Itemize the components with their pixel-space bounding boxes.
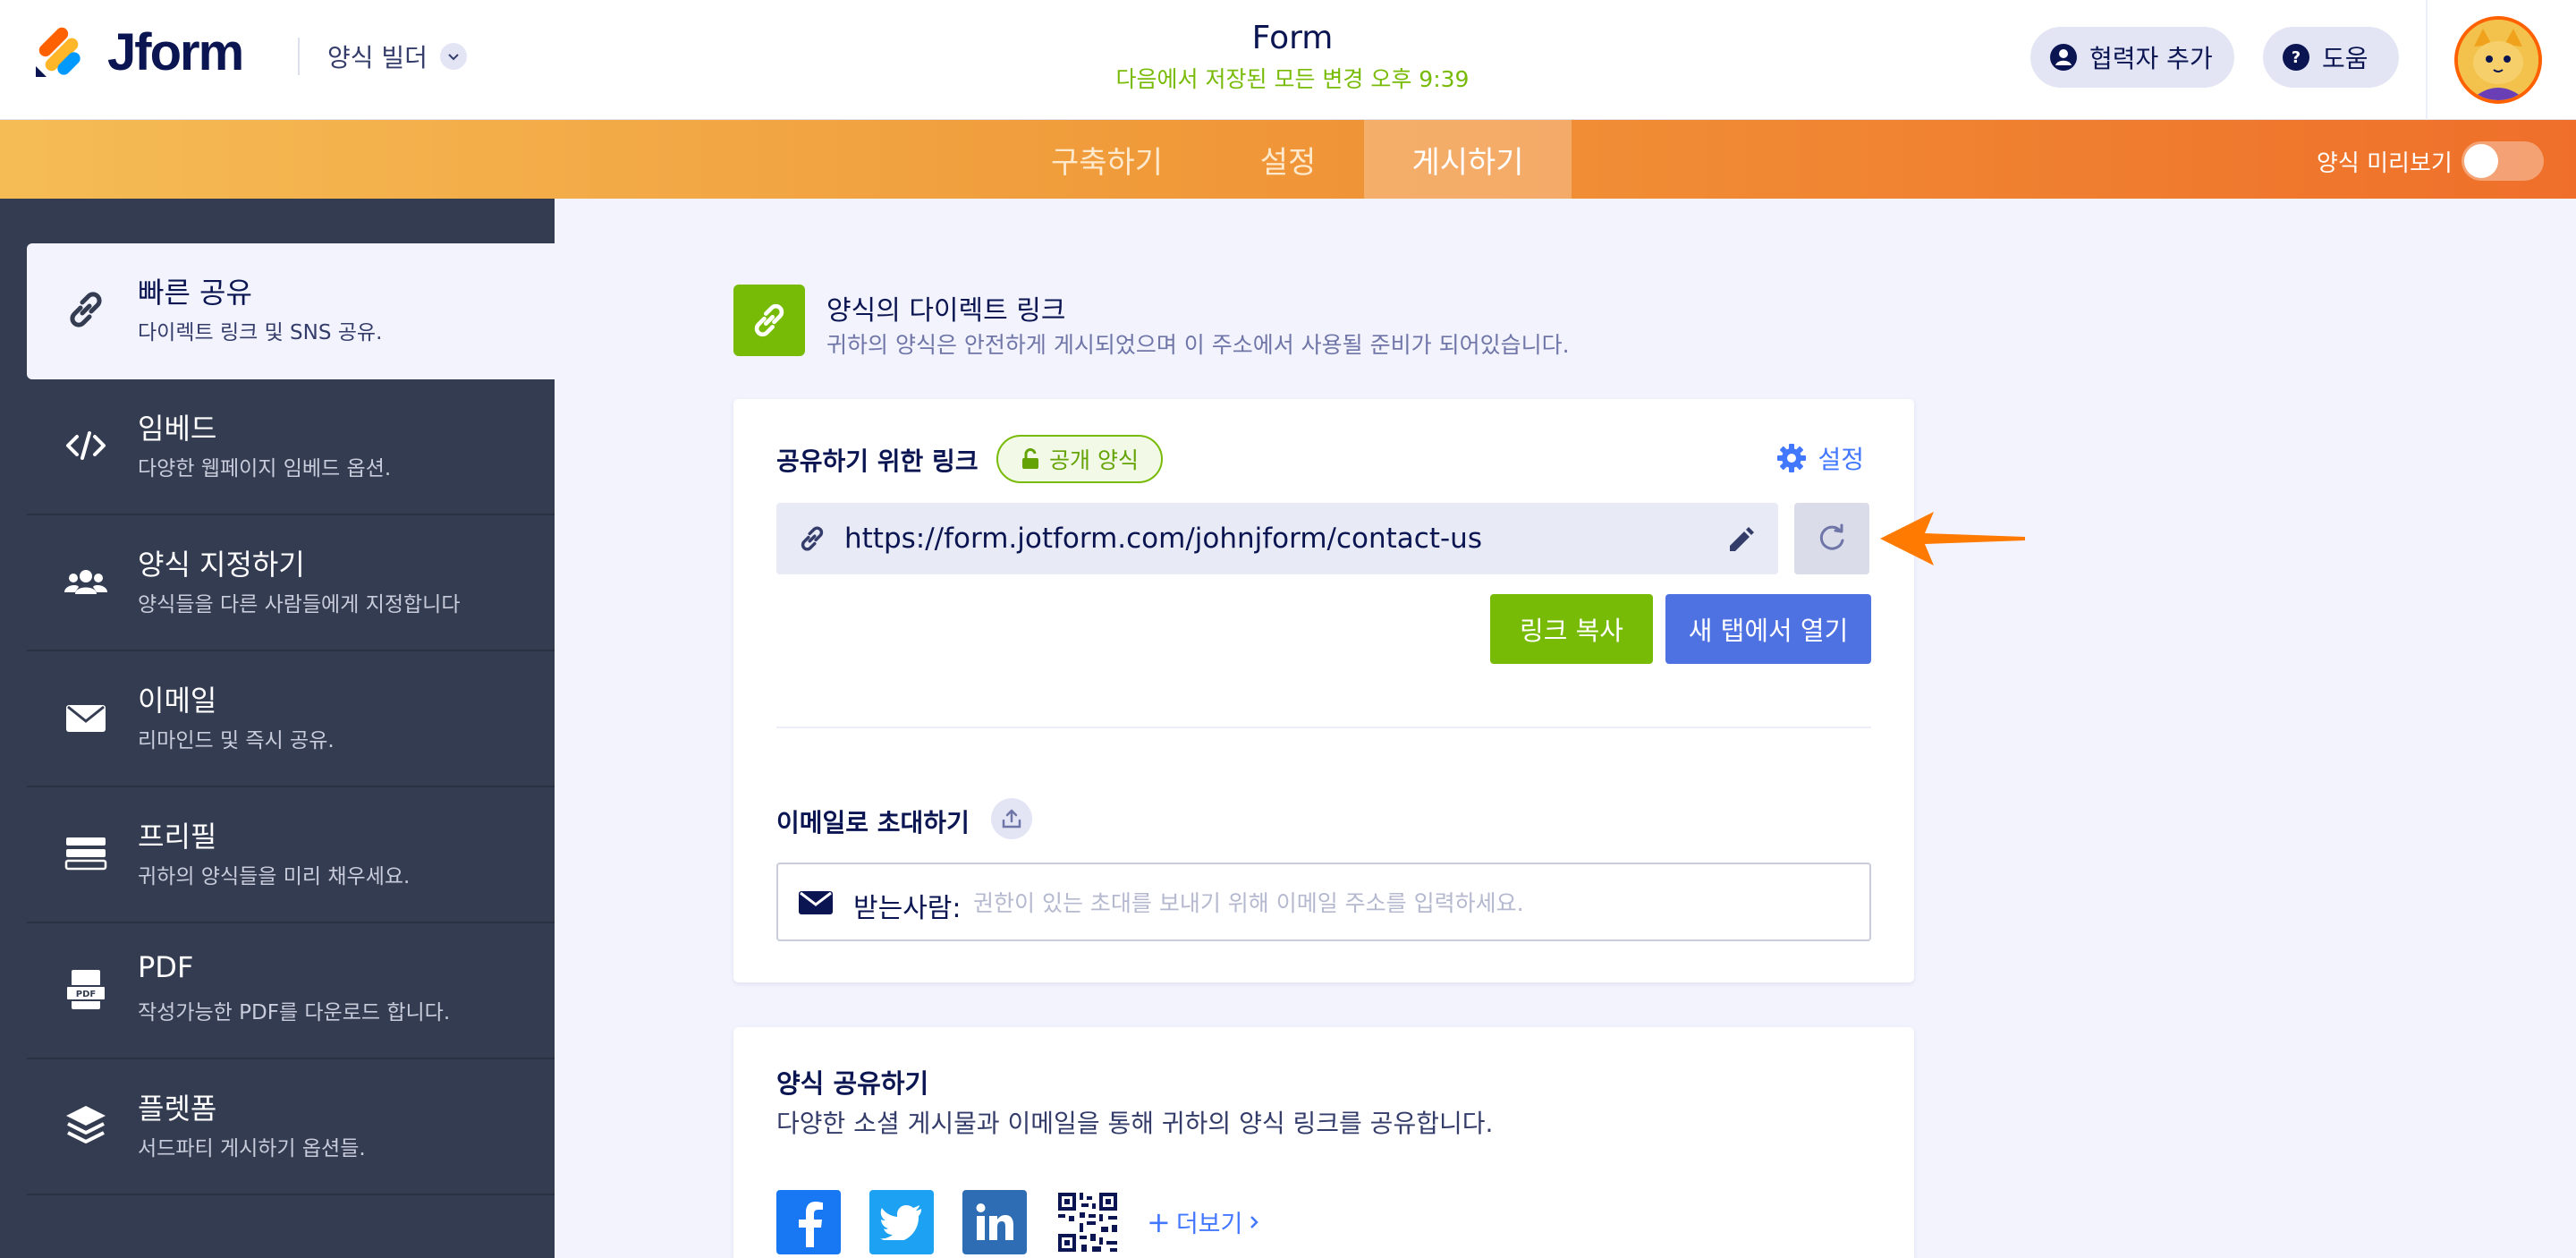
invite-by-email-label: 이메일로 초대하기	[776, 808, 970, 837]
unlock-icon	[1022, 448, 1039, 469]
chevron-right-icon	[1250, 1215, 1259, 1228]
sidebar-item-desc: 리마인드 및 즉시 공유.	[138, 729, 335, 752]
sidebar-item-title: 빠른 공유	[138, 276, 252, 310]
email-input[interactable]	[973, 882, 1850, 923]
public-form-badge-label: 공개 양식	[1049, 447, 1139, 473]
section-subtitle: 귀하의 양식은 안전하게 게시되었으며 이 주소에서 사용될 준비가 되어있습니…	[826, 332, 1570, 358]
sidebar-item-desc: 귀하의 양식들을 미리 채우세요.	[138, 865, 411, 888]
sidebar-item-title: 양식 지정하기	[138, 548, 305, 582]
builder-menu-dropdown[interactable]: 양식 빌더	[327, 36, 467, 77]
svg-text:PDF: PDF	[76, 990, 96, 999]
direct-link-card: 공유하기 위한 링크 공개 양식 설정 https://form.jotform…	[733, 399, 1914, 982]
sidebar-item-desc: 작성가능한 PDF를 다운로드 합니다.	[138, 1001, 451, 1024]
facebook-icon[interactable]	[776, 1190, 841, 1254]
share-form-subtitle: 다양한 소셜 게시물과 이메일을 통해 귀하의 양식 링크를 공유합니다.	[776, 1109, 1494, 1138]
section-title: 양식의 다이렉트 링크	[826, 295, 1066, 327]
top-header: Jform 양식 빌더 Form 다음에서 저장된 모든 변경 오후 9:39 …	[0, 0, 2576, 120]
code-icon	[61, 421, 111, 471]
add-collaborator-label: 협력자 추가	[2089, 44, 2213, 73]
sidebar-item-title: PDF	[138, 950, 194, 984]
qr-code-icon[interactable]	[1055, 1190, 1120, 1254]
plus-icon: +	[1147, 1204, 1171, 1239]
sidebar-item-prefill[interactable]: 프리필 귀하의 양식들을 미리 채우세요.	[27, 787, 555, 923]
form-preview-label: 양식 미리보기	[2317, 150, 2453, 177]
link-settings-button[interactable]: 설정	[1776, 440, 1864, 476]
upload-icon[interactable]	[991, 798, 1032, 839]
question-icon: ?	[2283, 44, 2309, 71]
sidebar-item-quick-share[interactable]: 빠른 공유 다이렉트 링크 및 SNS 공유.	[27, 243, 555, 379]
direct-link-section-header: 양식의 다이렉트 링크 귀하의 양식은 안전하게 게시되었으며 이 주소에서 사…	[733, 285, 1807, 358]
sidebar-item-title: 이메일	[138, 684, 217, 718]
prefill-icon	[61, 829, 111, 879]
form-preview-toggle[interactable]	[2462, 141, 2544, 181]
logo-text: Jform	[107, 22, 244, 81]
more-share-label: 더보기	[1175, 1211, 1243, 1238]
envelope-icon	[799, 891, 833, 914]
envelope-icon	[61, 693, 111, 743]
invite-email-field[interactable]: 받는사람:	[776, 863, 1871, 941]
add-collaborator-button[interactable]: 협력자 추가	[2030, 27, 2234, 88]
sidebar-item-desc: 서드파티 게시하기 옵션들.	[138, 1137, 366, 1160]
sidebar-item-assign[interactable]: 양식 지정하기 양식들을 다른 사람들에게 지정합니다	[27, 515, 555, 651]
logo-mark-icon	[32, 23, 89, 81]
builder-menu-label: 양식 빌더	[327, 43, 428, 72]
jform-logo[interactable]: Jform	[32, 23, 283, 81]
sidebar-item-title: 프리필	[138, 820, 217, 854]
link-settings-label: 설정	[1818, 445, 1864, 474]
twitter-icon[interactable]	[869, 1190, 934, 1254]
card-divider	[776, 727, 1871, 728]
sidebar-item-desc: 다이렉트 링크 및 SNS 공유.	[138, 321, 383, 344]
form-url-field[interactable]: https://form.jotform.com/johnjform/conta…	[776, 503, 1778, 574]
sidebar-item-desc: 다양한 웹페이지 임베드 옵션.	[138, 457, 392, 480]
sidebar-item-embed[interactable]: 임베드 다양한 웹페이지 임베드 옵션.	[27, 379, 555, 515]
share-form-card: 양식 공유하기 다양한 소셜 게시물과 이메일을 통해 귀하의 양식 링크를 공…	[733, 1027, 1914, 1258]
form-title-area: Form 다음에서 저장된 모든 변경 오후 9:39	[975, 20, 1610, 94]
users-icon	[61, 557, 111, 607]
pencil-icon[interactable]	[1724, 523, 1757, 555]
link-icon	[61, 285, 111, 335]
link-icon	[733, 285, 805, 356]
share-form-title: 양식 공유하기	[776, 1068, 929, 1099]
sidebar-item-desc: 양식들을 다른 사람들에게 지정합니다	[138, 593, 461, 616]
form-url-text[interactable]: https://form.jotform.com/johnjform/conta…	[844, 523, 1482, 555]
sidebar-item-platforms[interactable]: 플렛폼 서드파티 게시하기 옵션들.	[27, 1059, 555, 1195]
copy-link-button[interactable]: 링크 복사	[1490, 594, 1653, 664]
chevron-down-icon	[439, 43, 467, 70]
sidebar-item-email[interactable]: 이메일 리마인드 및 즉시 공유.	[27, 651, 555, 787]
saved-status: 다음에서 저장된 모든 변경 오후 9:39	[1115, 66, 1470, 92]
refresh-icon	[1819, 523, 1844, 550]
linkedin-icon[interactable]	[962, 1190, 1027, 1254]
svg-text:?: ?	[2292, 48, 2301, 67]
link-icon	[801, 526, 824, 551]
builder-tab-bar: 구축하기 설정 게시하기 양식 미리보기	[0, 120, 2576, 199]
user-icon	[2050, 44, 2077, 71]
tab-build[interactable]: 구축하기	[1029, 120, 1185, 199]
public-form-badge[interactable]: 공개 양식	[996, 435, 1163, 483]
open-in-new-tab-button[interactable]: 새 탭에서 열기	[1665, 594, 1871, 664]
orange-arrow-annotation	[1880, 512, 2025, 565]
help-button[interactable]: ? 도움	[2263, 27, 2399, 88]
tab-settings[interactable]: 설정	[1225, 120, 1351, 199]
refresh-url-button[interactable]	[1794, 503, 1869, 574]
pdf-icon: PDF	[61, 965, 111, 1015]
toggle-knob	[2464, 144, 2498, 178]
header-divider	[298, 38, 300, 75]
tab-publish[interactable]: 게시하기	[1364, 120, 1572, 199]
form-title[interactable]: Form	[975, 20, 1610, 56]
publish-sidebar: 빠른 공유 다이렉트 링크 및 SNS 공유. 임베드 다양한 웹페이지 임베드…	[0, 199, 555, 1258]
sidebar-item-title: 플렛폼	[138, 1092, 217, 1126]
help-label: 도움	[2322, 44, 2368, 73]
recipient-label: 받는사람:	[853, 893, 962, 924]
sidebar-item-title: 임베드	[138, 412, 217, 446]
gear-icon	[1777, 444, 1807, 472]
sidebar-item-pdf[interactable]: PDF PDF 작성가능한 PDF를 다운로드 합니다.	[27, 923, 555, 1059]
more-share-options-link[interactable]: + 더보기	[1147, 1204, 1260, 1239]
layers-icon	[61, 1101, 111, 1151]
header-separator	[2426, 0, 2428, 120]
user-avatar[interactable]	[2454, 16, 2542, 104]
share-link-label: 공유하기 위한 링크	[776, 446, 979, 476]
